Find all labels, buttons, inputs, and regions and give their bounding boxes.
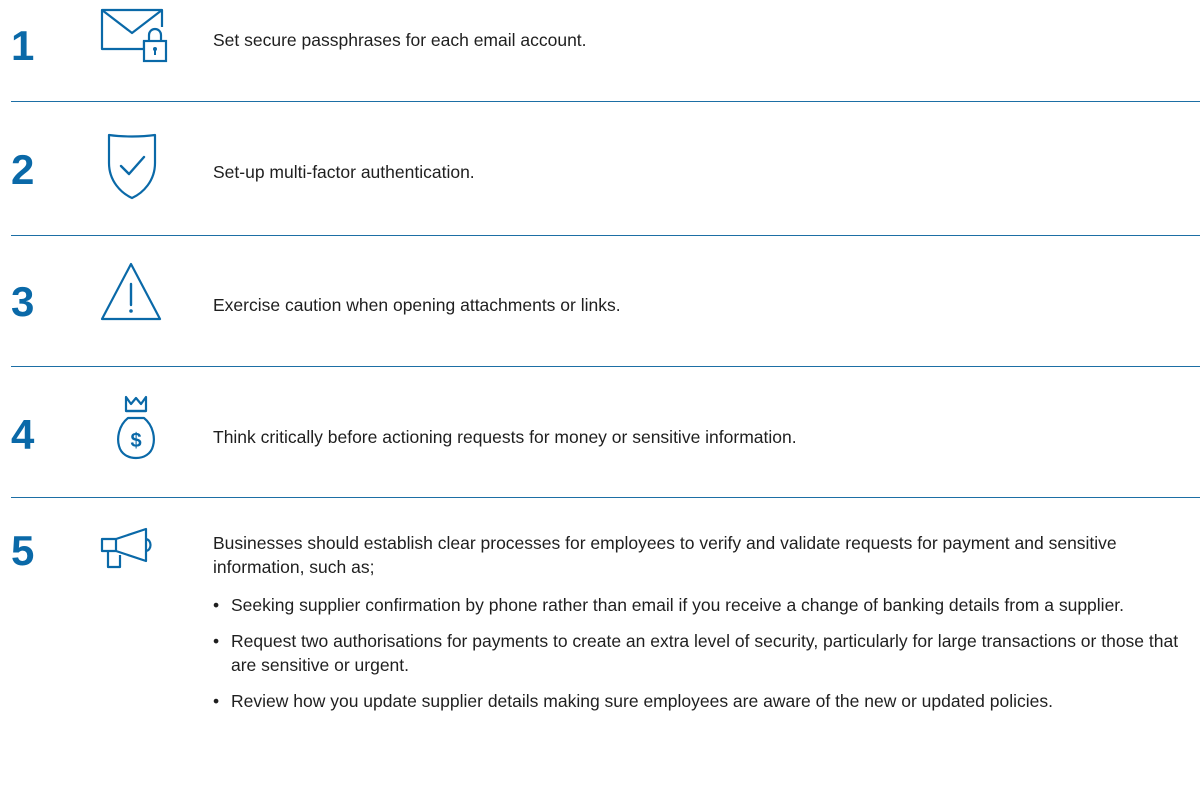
step-text: Businesses should establish clear proces… [213, 533, 1117, 577]
warning-triangle-icon [100, 262, 162, 322]
svg-text:$: $ [130, 430, 141, 452]
bullet-list: • Seeking supplier confirmation by phone … [213, 593, 1198, 725]
bullet-glyph: • [213, 691, 220, 711]
step-number: 2 [11, 146, 35, 193]
step-number: 1 [11, 22, 35, 69]
step-text: Set-up multi-factor authentication. [213, 162, 475, 182]
divider [11, 235, 1200, 236]
step-number: 4 [11, 411, 35, 458]
list-item-text: Seeking supplier confirmation by phone r… [231, 595, 1125, 615]
envelope-lock-icon [100, 5, 170, 65]
divider [11, 366, 1200, 367]
divider [11, 497, 1200, 498]
list-item-text: Request two authorisations for payments … [231, 631, 1179, 675]
step-text: Exercise caution when opening attachment… [213, 295, 621, 315]
step-text: Set secure passphrases for each email ac… [213, 30, 587, 50]
list-item: • Review how you update supplier details … [213, 689, 1091, 713]
list-item: • Seeking supplier confirmation by phone … [213, 593, 1198, 617]
shield-check-icon [107, 133, 157, 201]
divider [11, 101, 1200, 102]
megaphone-icon [100, 527, 162, 569]
step-number: 5 [11, 527, 35, 574]
bullet-glyph: • [213, 595, 220, 615]
list-item-text: Review how you update supplier details m… [231, 691, 1053, 711]
step-text: Think critically before actioning reques… [213, 427, 797, 447]
step-number: 3 [11, 278, 35, 325]
list-item: • Request two authorisations for payments… [213, 629, 1198, 677]
money-bag-icon: $ [116, 394, 156, 460]
bullet-glyph: • [213, 631, 220, 651]
